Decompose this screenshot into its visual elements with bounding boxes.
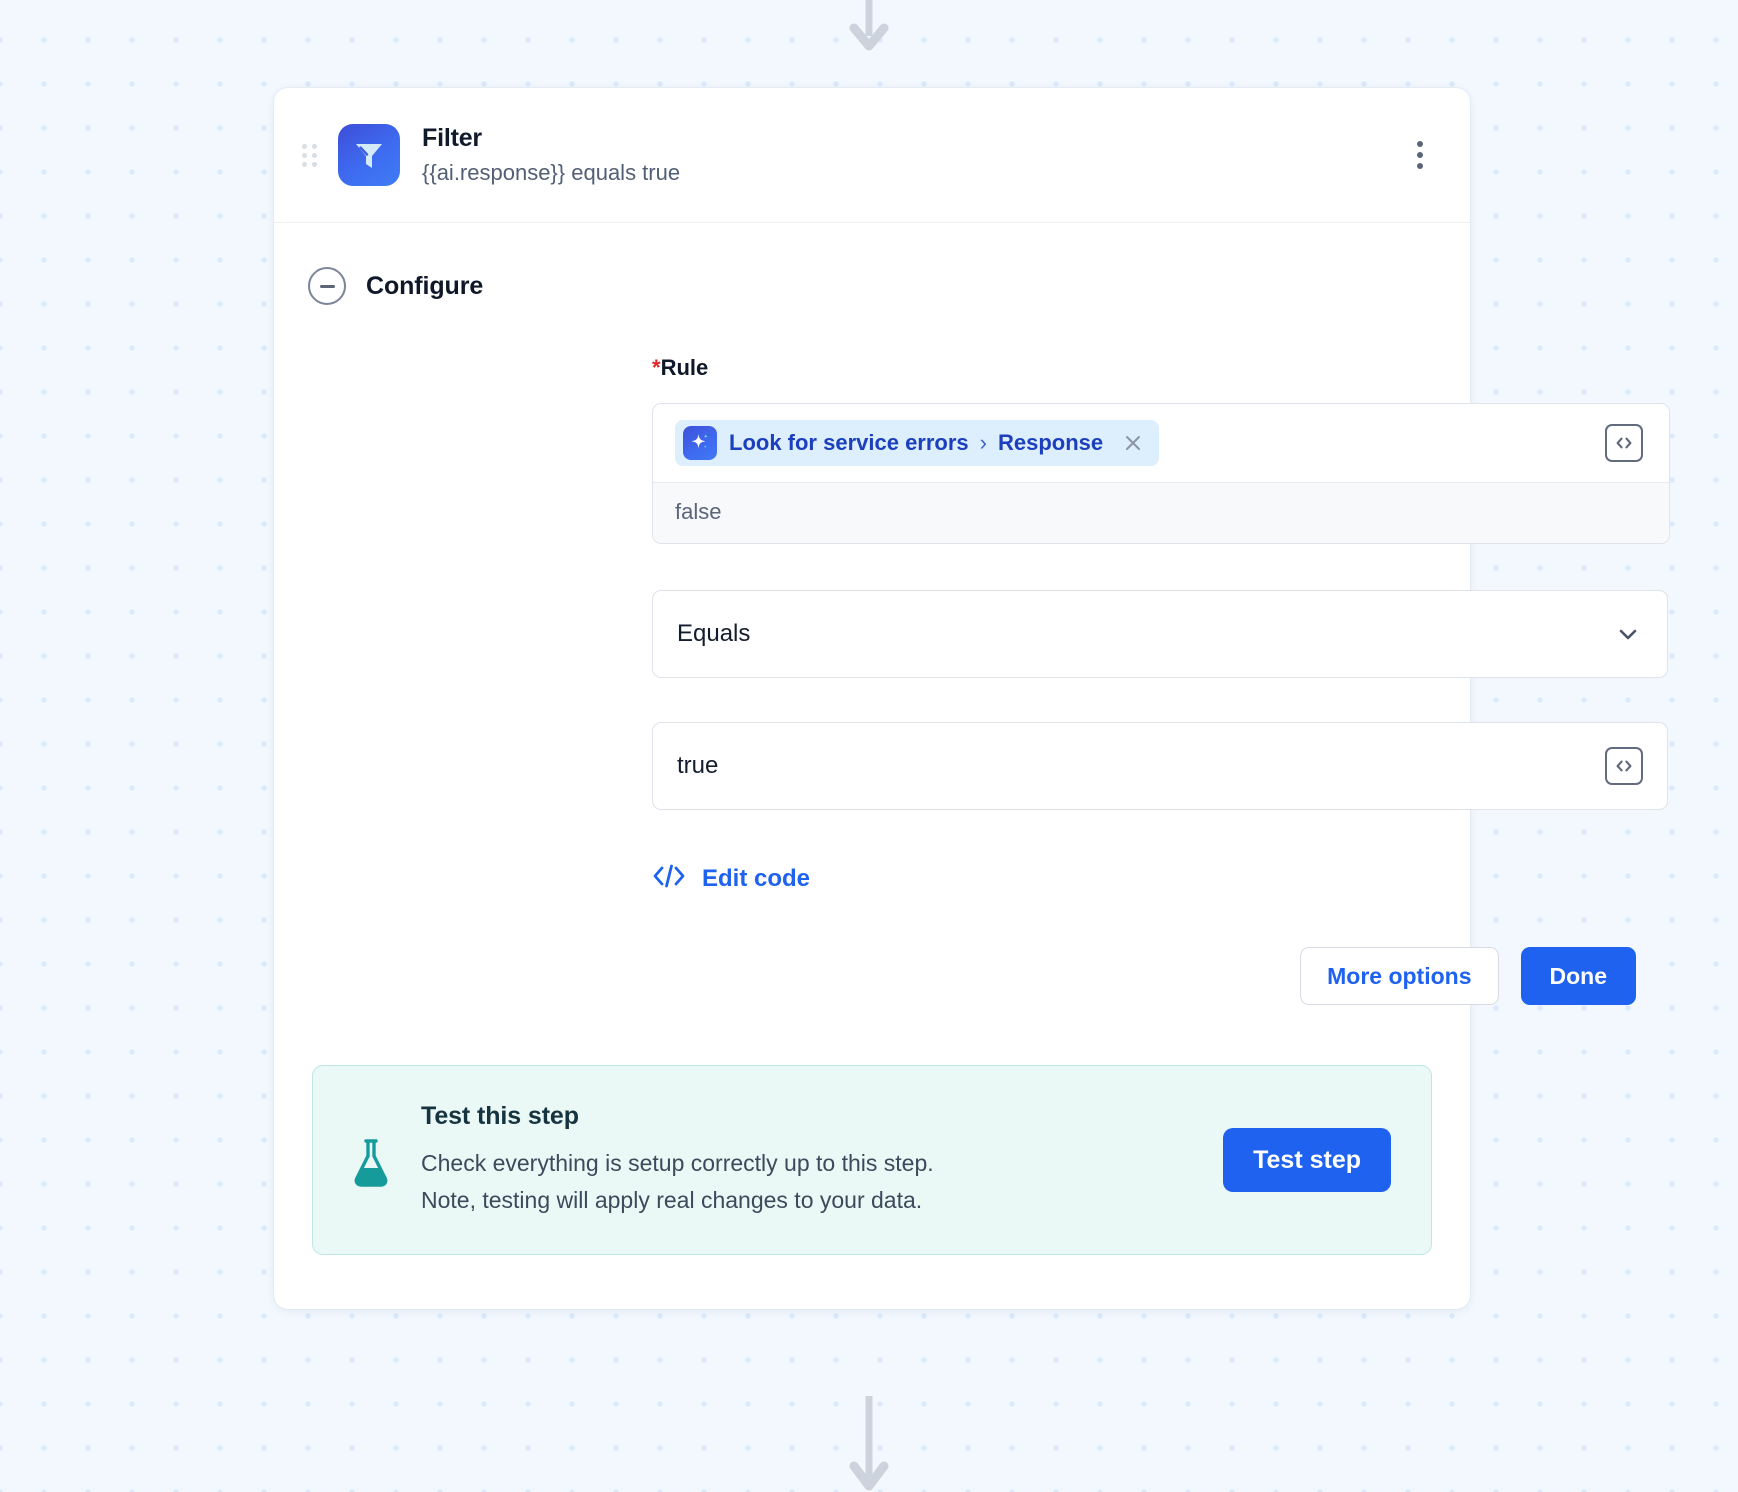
test-step-description: Check everything is setup correctly up t… [421,1145,934,1218]
token-field: Response [998,430,1104,456]
drag-handle-icon[interactable] [302,143,324,167]
rule-token-text: Look for service errors › Response [729,430,1103,456]
outgoing-connector [0,1396,1738,1491]
configure-label: Configure [366,271,484,300]
ai-sparkle-icon [683,426,717,461]
filter-step-card[interactable]: Filter {{ai.response}} equals true Confi… [274,88,1670,1310]
more-options-button[interactable]: More options [1300,947,1499,1006]
step-card-header: Filter {{ai.response}} equals true [274,88,1470,224]
configure-actions: More options Done [652,895,1668,1006]
kebab-menu-icon[interactable] [1406,135,1434,175]
close-glyph [1126,436,1141,451]
test-step-panel: Test this step Check everything is setup… [312,1065,1432,1256]
test-step-description-line2: Note, testing will apply real changes to… [421,1186,923,1213]
funnel-glyph [356,144,382,169]
comparison-value: true [677,752,719,780]
chevron-right-icon: › [979,430,987,456]
rule-input[interactable]: Look for service errors › Response [653,404,1669,482]
sparkle-glyph [691,434,708,449]
code-tags-glyph [653,864,685,888]
rule-preview-value: false [653,482,1669,544]
token-source: Look for service errors [729,430,969,456]
operator-select[interactable]: Equals [652,590,1668,679]
chevron-down-icon [1615,621,1641,647]
code-tags-icon [652,862,686,895]
rule-label-text: Rule [660,355,709,381]
comparison-value-input[interactable]: true [652,722,1668,811]
flask-icon [349,1131,393,1189]
code-brackets-icon [1616,760,1632,772]
step-subtitle: {{ai.response}} equals true [422,159,681,185]
step-header-text: Filter {{ai.response}} equals true [422,122,680,188]
comparison-code-toggle-button[interactable] [1605,747,1643,786]
chevron-down-glyph [1619,630,1637,640]
rule-token[interactable]: Look for service errors › Response [675,420,1160,467]
arrow-down-icon [849,0,889,51]
flask-glyph [354,1139,388,1187]
operator-selected-value: Equals [677,620,751,648]
test-step-button-wrap: Test step [1223,1128,1397,1193]
minus-circle-icon[interactable] [308,267,346,306]
incoming-connector [0,0,1738,72]
code-brackets-icon [1616,437,1632,449]
close-icon[interactable] [1121,431,1145,455]
page-title: Filter [422,124,482,152]
edit-code-label: Edit code [702,864,811,892]
done-button[interactable]: Done [1520,947,1636,1006]
test-step-button[interactable]: Test step [1223,1128,1391,1193]
test-step-description-line1: Check everything is setup correctly up t… [421,1150,934,1177]
rule-code-toggle-button[interactable] [1605,424,1643,463]
configure-section-header[interactable]: Configure [274,223,1470,306]
test-step-copy: Test this step Check everything is setup… [421,1102,934,1218]
required-marker: * [652,355,661,381]
edit-code-link[interactable]: Edit code [652,862,810,895]
rule-field-group[interactable]: Look for service errors › Response false [652,403,1670,545]
filter-icon [338,124,400,187]
rule-field-label: *Rule [652,355,1470,381]
test-step-title: Test this step [421,1102,579,1131]
arrow-down-icon [849,1396,889,1491]
configure-form: *Rule Look for service errors › Response… [274,305,1670,1006]
